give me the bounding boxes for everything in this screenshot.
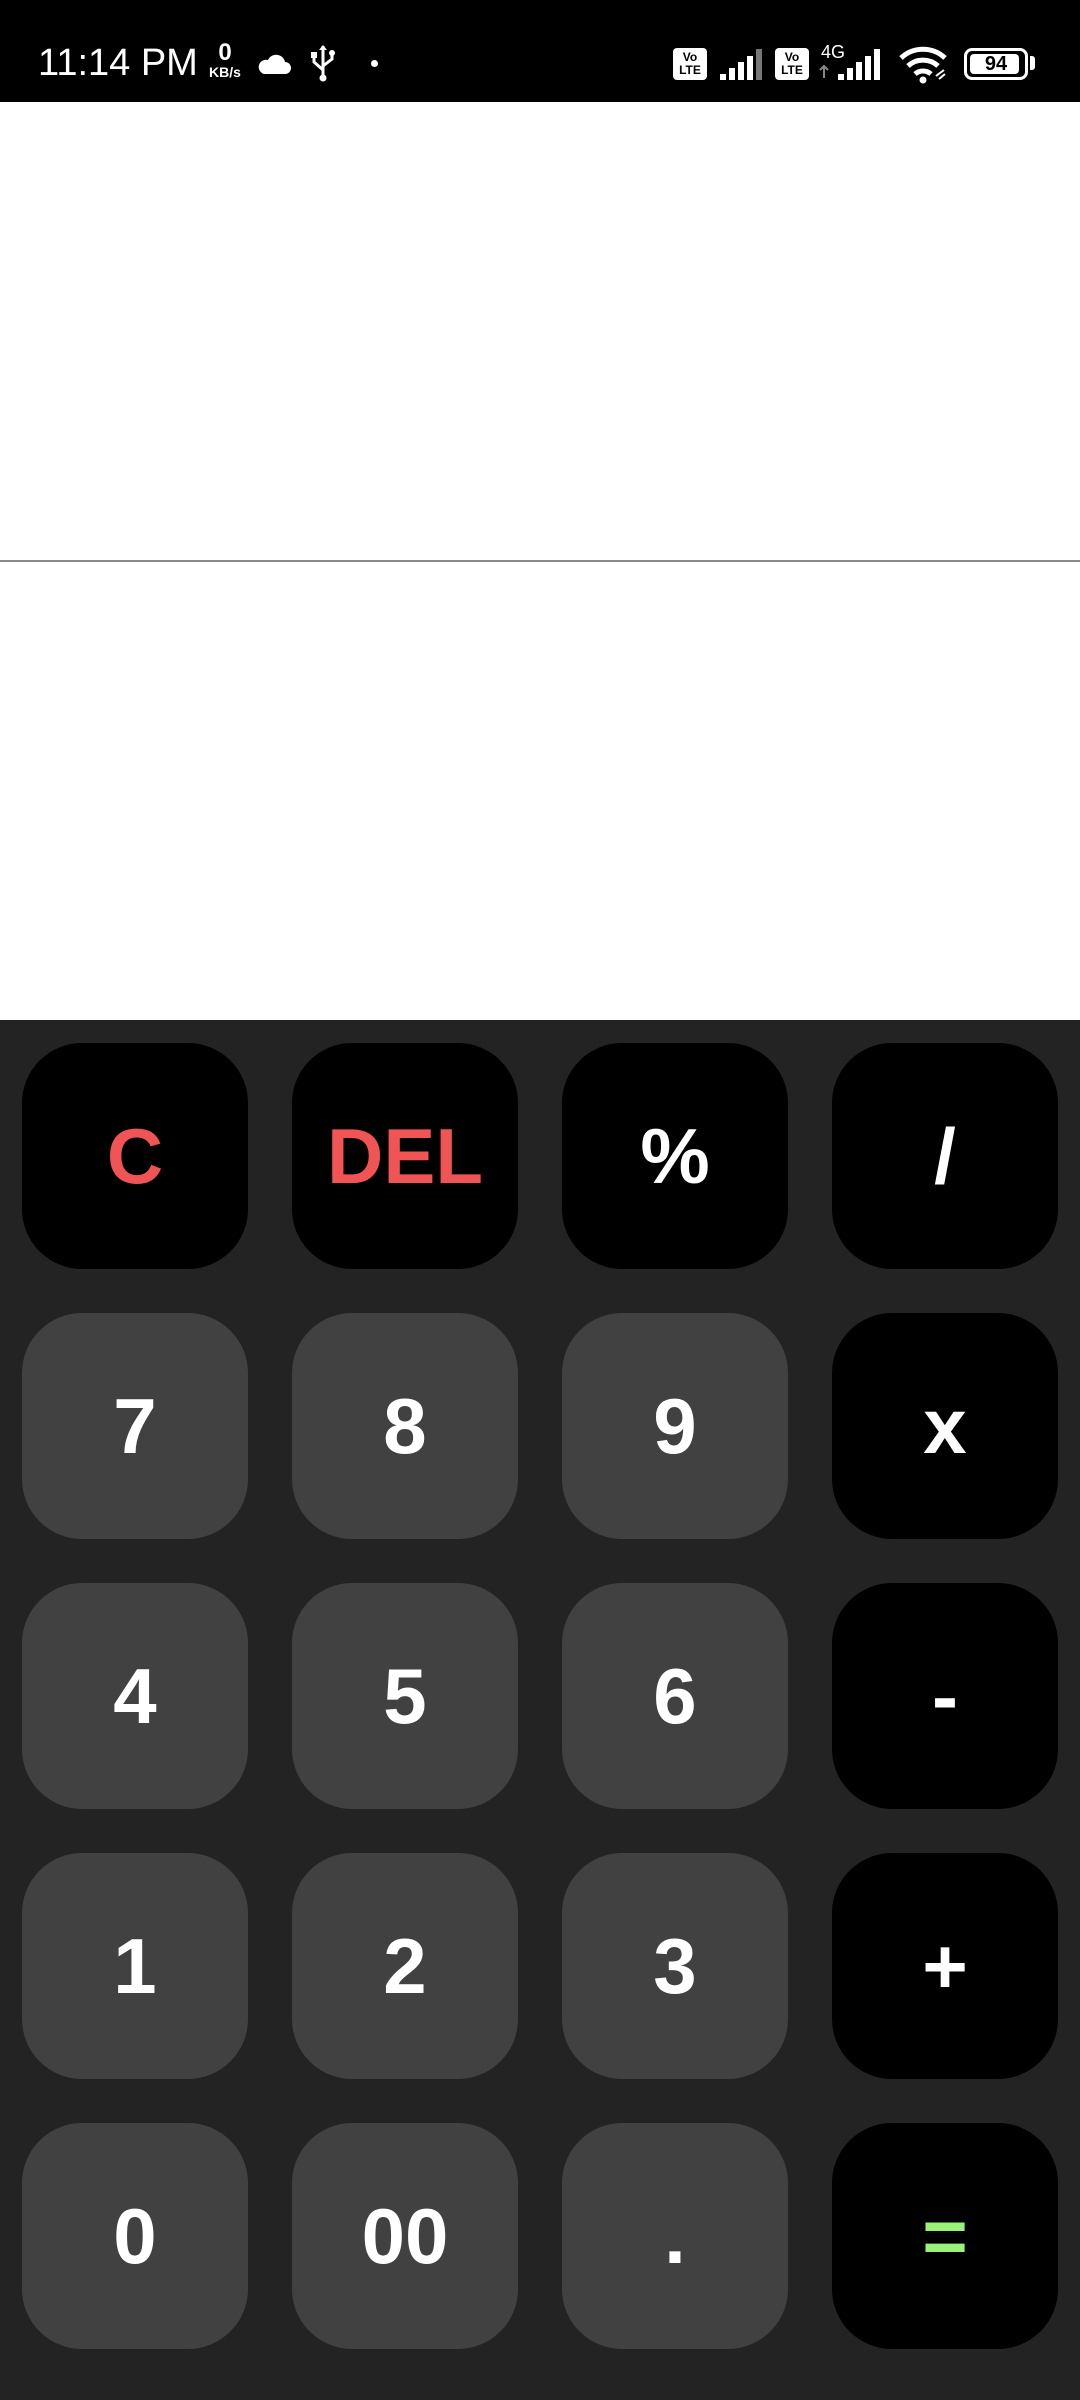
- cloud-icon: [258, 54, 291, 74]
- battery-icon: 94: [964, 48, 1028, 80]
- result-field: [0, 562, 1080, 1020]
- keypad: C DEL % / 7 8 9 x 4 5 6 - 1 2 3 + 0 00 .…: [0, 1020, 1080, 2400]
- digit-9-button[interactable]: 9: [562, 1313, 788, 1539]
- notification-dot-icon: [371, 60, 378, 67]
- digit-1-button[interactable]: 1: [22, 1853, 248, 2079]
- battery-cap: [1030, 56, 1035, 70]
- digit-5-button[interactable]: 5: [292, 1583, 518, 1809]
- battery-level: 94: [984, 52, 1008, 75]
- calculator-display: [0, 102, 1080, 1020]
- subtract-button[interactable]: -: [832, 1583, 1058, 1809]
- network-speed-unit: KB/s: [209, 64, 241, 80]
- decimal-point-button[interactable]: .: [562, 2123, 788, 2349]
- digit-8-button[interactable]: 8: [292, 1313, 518, 1539]
- double-zero-button[interactable]: 00: [292, 2123, 518, 2349]
- digit-2-button[interactable]: 2: [292, 1853, 518, 2079]
- clear-button[interactable]: C: [22, 1043, 248, 1269]
- usb-icon: [311, 45, 335, 82]
- signal-icon: [720, 49, 762, 80]
- status-time: 11:14 PM: [38, 42, 198, 84]
- digit-0-button[interactable]: 0: [22, 2123, 248, 2349]
- expression-field[interactable]: [0, 102, 1080, 560]
- digit-4-button[interactable]: 4: [22, 1583, 248, 1809]
- wifi-icon: [899, 46, 947, 84]
- volte-badge-2: Vo LTE: [775, 48, 809, 80]
- equals-button[interactable]: =: [832, 2123, 1058, 2349]
- status-bar: 11:14 PM 0 KB/s Vo LTE Vo LTE 4G 94: [0, 0, 1080, 102]
- percent-button[interactable]: %: [562, 1043, 788, 1269]
- digit-6-button[interactable]: 6: [562, 1583, 788, 1809]
- multiply-button[interactable]: x: [832, 1313, 1058, 1539]
- add-button[interactable]: +: [832, 1853, 1058, 2079]
- network-speed-value: 0: [218, 39, 232, 66]
- divide-button[interactable]: /: [832, 1043, 1058, 1269]
- digit-7-button[interactable]: 7: [22, 1313, 248, 1539]
- digit-3-button[interactable]: 3: [562, 1853, 788, 2079]
- volte-badge-1: Vo LTE: [673, 48, 707, 80]
- network-speed: 0 KB/s: [207, 39, 243, 81]
- delete-button[interactable]: DEL: [292, 1043, 518, 1269]
- signal-icon: [819, 49, 880, 80]
